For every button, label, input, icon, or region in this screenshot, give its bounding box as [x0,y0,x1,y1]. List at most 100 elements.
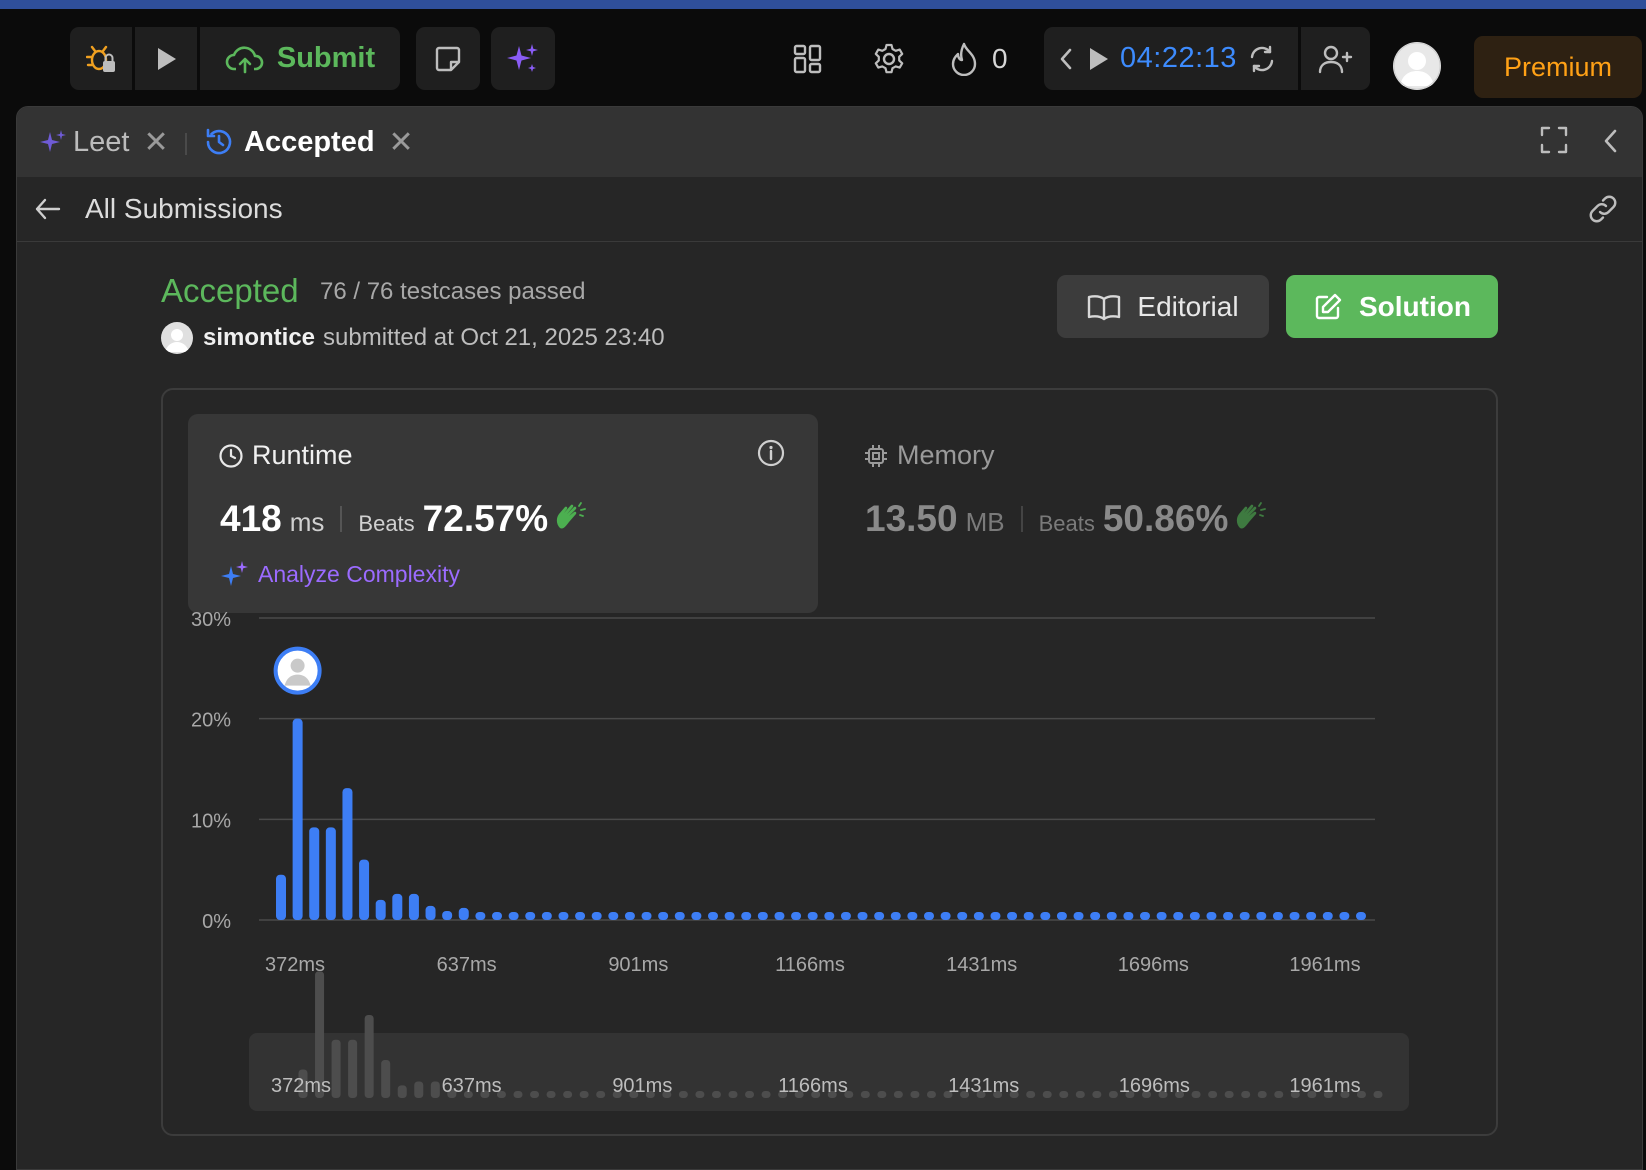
navigator-bar [926,1091,936,1098]
navigator-bar [1241,1091,1251,1098]
back-arrow-icon[interactable] [33,194,63,224]
testcases-passed: 76 / 76 testcases passed [320,278,586,305]
navigator-bar [860,1091,870,1098]
window-top-stripe [0,0,1646,9]
tab-leet[interactable]: Leet ✕ [39,107,169,177]
user-avatar[interactable] [1393,42,1441,90]
link-icon[interactable] [1585,193,1621,225]
navigator-bar [893,1091,903,1098]
tab-bar: Leet ✕ Accepted ✕ [17,107,1642,177]
chart-bar [724,911,735,920]
chart-bar [292,718,303,920]
book-icon [1087,293,1121,321]
chart-bar [1322,911,1333,920]
chart-navigator [249,1033,1409,1111]
play-icon [153,45,179,73]
navigator-bar [596,1091,606,1098]
streak-counter[interactable]: 0 [950,36,1008,82]
username-link[interactable]: simontice [203,324,315,352]
run-button[interactable] [135,27,197,90]
x-tick-label: 637ms [437,954,497,976]
navigator-bar [563,1091,573,1098]
cloud-upload-icon [225,44,265,74]
timer-play-icon[interactable] [1086,45,1110,73]
y-tick-label: 20% [191,710,231,732]
close-icon[interactable]: ✕ [143,125,168,160]
tab-accepted[interactable]: Accepted ✕ [204,107,414,177]
chart-bar [1056,911,1067,920]
debug-button[interactable] [70,27,132,90]
editorial-label: Editorial [1137,290,1239,322]
layout-button[interactable] [792,36,824,82]
chart-bar [1356,911,1366,920]
chart-bar [940,911,951,920]
submit-button[interactable]: Submit [200,27,400,90]
navigator-tick-label: 1166ms [778,1075,848,1097]
navigator-tick-label: 637ms [442,1075,502,1097]
submission-panel: Leet ✕ Accepted ✕ All Submissions Accept… [16,106,1643,1170]
solution-button[interactable]: Solution [1286,275,1498,338]
chart-bar [1106,911,1117,920]
navigator-bar [364,1015,374,1098]
y-tick-label: 0% [202,911,231,933]
navigator-tick-label: 901ms [612,1075,672,1097]
submit-label: Submit [276,42,376,74]
timer-display[interactable]: 04:22:13 [1120,42,1237,75]
settings-button[interactable] [872,36,906,82]
navigator-bar [1208,1091,1218,1098]
chart-bar [1073,911,1084,920]
chart-bar [575,911,586,920]
chart-bar [309,827,320,920]
chart-bar [359,859,370,920]
maximize-icon[interactable] [1539,125,1569,155]
chart-bar [1123,911,1134,920]
x-tick-label: 1431ms [946,954,1017,976]
chart-bar [1306,911,1317,920]
ai-assist-button[interactable] [491,27,555,90]
sparkle-icon [506,42,540,76]
invite-user-button[interactable] [1301,27,1370,90]
navigator-bar [761,1091,771,1098]
chart-bar [1090,911,1101,920]
editorial-button[interactable]: Editorial [1057,275,1269,338]
chart-bar [1206,911,1217,920]
collapse-panel-icon[interactable] [1601,127,1619,155]
reset-icon[interactable] [1247,44,1277,74]
navigator-tick-label: 1431ms [948,1075,1019,1097]
edit-icon [1313,292,1343,322]
x-tick-label: 1961ms [1289,954,1360,976]
submitter-avatar[interactable] [161,322,193,354]
close-icon[interactable]: ✕ [389,125,414,160]
timer-group: 04:22:13 [1044,27,1370,90]
chart-bar [658,911,669,920]
chart-bar [1239,911,1250,920]
note-icon [433,44,463,74]
submitter-line: simontice submitted at Oct 21, 2025 23:4… [161,322,665,354]
navigator-bar [513,1091,523,1098]
navigator-tick-label: 1961ms [1289,1075,1360,1097]
premium-button[interactable]: Premium [1474,36,1642,98]
notes-button[interactable] [416,27,480,90]
tab-divider [185,133,187,155]
chart-bar [508,911,519,920]
all-submissions-link[interactable]: All Submissions [85,193,283,225]
chart-bar [1040,911,1051,920]
navigator-bar [331,1039,341,1098]
chart-bar [774,911,785,920]
history-icon [204,127,234,157]
chart-bar [824,911,835,920]
chart-bar [691,911,702,920]
runtime-distribution-chart[interactable]: 0% 10% 20% 30% 372ms 637ms 901ms 1166ms 1431ms 16… [163,390,1496,1134]
chart-bar [475,911,486,920]
navigator-bar [1108,1091,1118,1098]
navigator-tick-label: 372ms [271,1075,331,1097]
tab-leet-label: Leet [73,125,130,158]
navigator-bar [1026,1091,1036,1098]
navigator-bar [414,1081,424,1098]
chevron-left-icon[interactable] [1058,46,1074,72]
navigator-bar [695,1091,705,1098]
navigator-bar [1257,1091,1267,1098]
navigator-bar [397,1085,407,1098]
navigator-bar [877,1091,887,1098]
solution-label: Solution [1359,290,1471,322]
